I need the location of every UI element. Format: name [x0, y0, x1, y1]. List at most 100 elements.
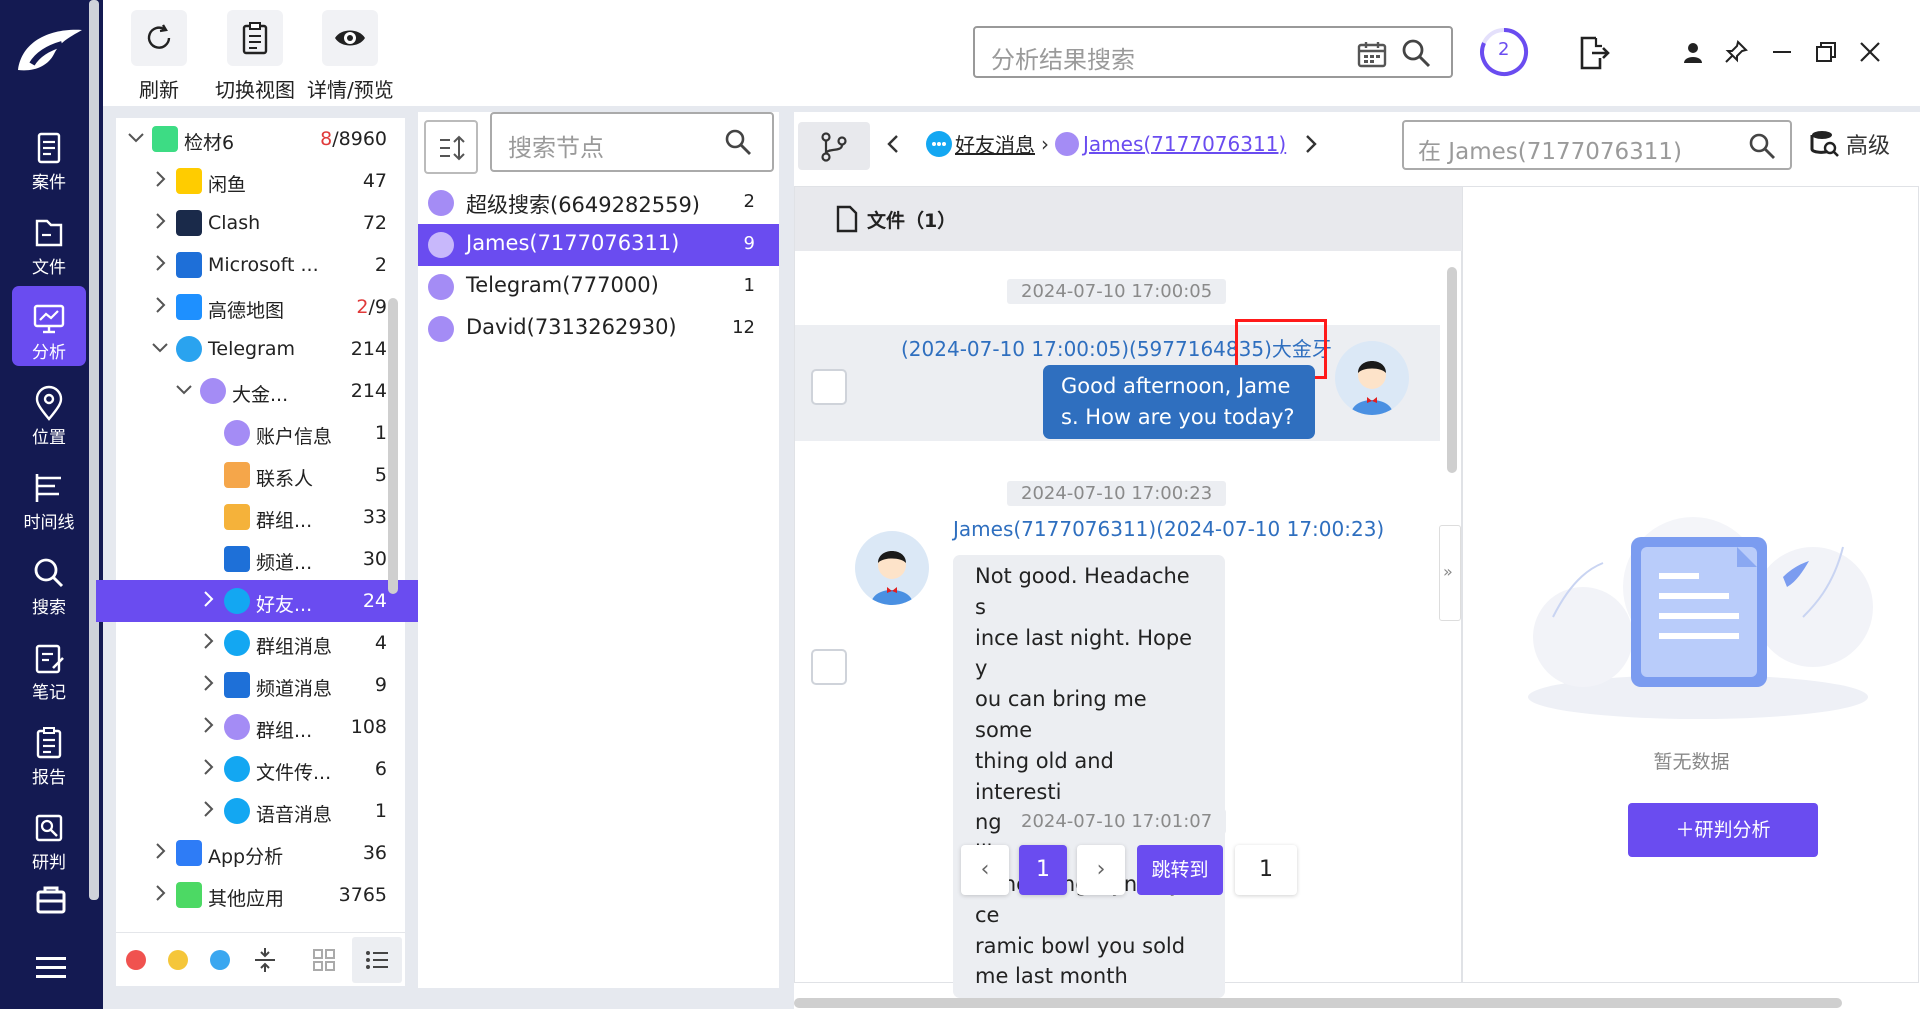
- nav-item-timeline[interactable]: 时间线: [12, 456, 86, 536]
- tree-item[interactable]: 大金... 214: [96, 370, 421, 412]
- chevron-down-icon[interactable]: [174, 379, 194, 401]
- search-icon[interactable]: [1401, 38, 1431, 68]
- advanced-search-button[interactable]: 高级: [1810, 128, 1890, 160]
- pager-current-page[interactable]: 1: [1019, 845, 1067, 895]
- message-row[interactable]: (2024-07-10 17:00:05)(5977164835)大金牙 Goo…: [795, 319, 1440, 441]
- red-color-filter[interactable]: [126, 950, 146, 970]
- chevron-right-icon[interactable]: [150, 295, 170, 317]
- tree-item[interactable]: 账户信息 1: [96, 412, 421, 454]
- tree-item[interactable]: Telegram 214: [96, 328, 421, 370]
- list-view-button[interactable]: [352, 937, 402, 983]
- sender-avatar[interactable]: [1335, 341, 1409, 415]
- tree-item[interactable]: 群组... 33: [96, 496, 421, 538]
- search-icon[interactable]: [1748, 132, 1776, 160]
- node-list-item[interactable]: David(7313262930) 12: [418, 308, 779, 350]
- chevron-right-icon[interactable]: [198, 673, 218, 695]
- toolbox-icon[interactable]: [26, 880, 76, 920]
- nav-item-judgement[interactable]: 研判: [12, 796, 86, 876]
- breadcrumb-contact[interactable]: James(7177076311): [1083, 132, 1286, 156]
- minimize-icon[interactable]: [1770, 40, 1794, 64]
- tree-item[interactable]: Clash 72: [96, 202, 421, 244]
- analysis-search-input[interactable]: 分析结果搜索: [973, 26, 1453, 78]
- jump-to-button[interactable]: 跳转到: [1137, 845, 1223, 895]
- message-checkbox[interactable]: [811, 649, 847, 685]
- tree-item[interactable]: 频道消息 9: [96, 664, 421, 706]
- export-icon[interactable]: [1578, 36, 1610, 70]
- chevron-right-icon[interactable]: [198, 589, 218, 611]
- task-progress-indicator[interactable]: 2: [1478, 26, 1530, 78]
- calendar-icon[interactable]: [1357, 40, 1387, 68]
- outgoing-message-bubble[interactable]: Good afternoon, Jame s. How are you toda…: [1043, 365, 1315, 439]
- tree-item-label: Telegram: [208, 338, 296, 360]
- nav-item-notes[interactable]: 笔记: [12, 626, 86, 706]
- details-preview-button[interactable]: 详情/预览: [307, 10, 394, 103]
- chevron-left-icon[interactable]: [886, 134, 900, 154]
- chevron-right-icon[interactable]: [150, 169, 170, 191]
- restore-icon[interactable]: [1814, 40, 1838, 64]
- chevron-right-icon[interactable]: [198, 799, 218, 821]
- refresh-button[interactable]: 刷新: [131, 10, 187, 103]
- tree-item[interactable]: 群组消息 4: [96, 622, 421, 664]
- side-collapse-handle[interactable]: »: [1439, 525, 1461, 621]
- chevron-right-icon[interactable]: [150, 253, 170, 275]
- files-tab[interactable]: 文件（1）: [835, 205, 956, 233]
- grid-view-icon[interactable]: [312, 948, 336, 972]
- contact-avatar[interactable]: [855, 531, 929, 605]
- tree-item[interactable]: 闲鱼 47: [96, 160, 421, 202]
- user-icon[interactable]: [1681, 40, 1705, 64]
- menu-icon[interactable]: [36, 955, 66, 981]
- tree-item[interactable]: 检材6 8/8960: [96, 118, 421, 160]
- tree-item[interactable]: 语音消息 1: [96, 790, 421, 832]
- chevron-down-icon[interactable]: [150, 337, 170, 359]
- switch-view-button[interactable]: 切换视图: [215, 10, 295, 103]
- tree-item[interactable]: 文件传... 6: [96, 748, 421, 790]
- yellow-color-filter[interactable]: [168, 950, 188, 970]
- nav-item-analysis[interactable]: 分析: [12, 286, 86, 366]
- chevron-right-icon[interactable]: [198, 757, 218, 779]
- jump-page-input[interactable]: 1: [1235, 845, 1297, 895]
- horizontal-scrollbar[interactable]: [794, 998, 1842, 1008]
- branch-button[interactable]: [798, 122, 870, 170]
- chevron-right-icon[interactable]: [150, 211, 170, 233]
- node-list-item[interactable]: Telegram(777000) 1: [418, 266, 779, 308]
- node-search-input[interactable]: 搜索节点: [490, 112, 774, 172]
- pager-prev-button[interactable]: ‹: [961, 845, 1009, 895]
- chevron-down-icon[interactable]: [126, 127, 146, 149]
- tree-scrollbar[interactable]: [388, 298, 398, 594]
- nav-item-report[interactable]: 报告: [12, 711, 86, 791]
- chevron-right-icon[interactable]: [1304, 134, 1318, 154]
- message-scrollbar[interactable]: [1447, 267, 1457, 473]
- tree-item[interactable]: App分析 36: [96, 832, 421, 874]
- pin-icon[interactable]: [1724, 40, 1748, 64]
- search-icon[interactable]: [724, 128, 752, 156]
- nav-item-location[interactable]: 位置: [12, 371, 86, 451]
- blue-color-filter[interactable]: [210, 950, 230, 970]
- incoming-message-bubble[interactable]: Not good. Headache s ince last night. Ho…: [953, 555, 1225, 999]
- tree-item-count-value: 1: [374, 800, 387, 822]
- chevron-right-icon[interactable]: [150, 883, 170, 905]
- nav-item-file[interactable]: 文件: [12, 201, 86, 281]
- nav-item-search[interactable]: 搜索: [12, 541, 86, 621]
- conversation-search-input[interactable]: 在 James(7177076311): [1402, 120, 1792, 170]
- sort-button[interactable]: [424, 120, 478, 174]
- chevron-right-icon[interactable]: [150, 841, 170, 863]
- tree-item[interactable]: 频道... 30: [96, 538, 421, 580]
- tree-item[interactable]: 群组... 108: [96, 706, 421, 748]
- close-icon[interactable]: [1858, 40, 1882, 64]
- tree-item[interactable]: 好友... 24: [96, 580, 421, 622]
- chevron-right-icon[interactable]: [198, 715, 218, 737]
- tree-item[interactable]: Microsoft ... 2: [96, 244, 421, 286]
- message-checkbox[interactable]: [811, 369, 847, 405]
- tree-item[interactable]: 其他应用 3765: [96, 874, 421, 916]
- collapse-all-icon[interactable]: [252, 946, 278, 974]
- breadcrumb-friend-messages[interactable]: 好友消息: [955, 129, 1035, 158]
- tree-item[interactable]: 联系人 5: [96, 454, 421, 496]
- chevron-right-icon[interactable]: [198, 631, 218, 653]
- pager-next-button[interactable]: ›: [1077, 845, 1125, 895]
- node-list-item[interactable]: James(7177076311) 9: [418, 224, 779, 266]
- tree-item[interactable]: 高德地图 2/9: [96, 286, 421, 328]
- node-list-panel: 搜索节点 超级搜索(6649282559) 2 James(7177076311) 9…: [418, 112, 779, 988]
- nav-item-case[interactable]: 案件: [12, 116, 86, 196]
- judgement-analysis-button[interactable]: ＋研判分析: [1628, 803, 1818, 857]
- node-list-item[interactable]: 超级搜索(6649282559) 2: [418, 182, 779, 224]
